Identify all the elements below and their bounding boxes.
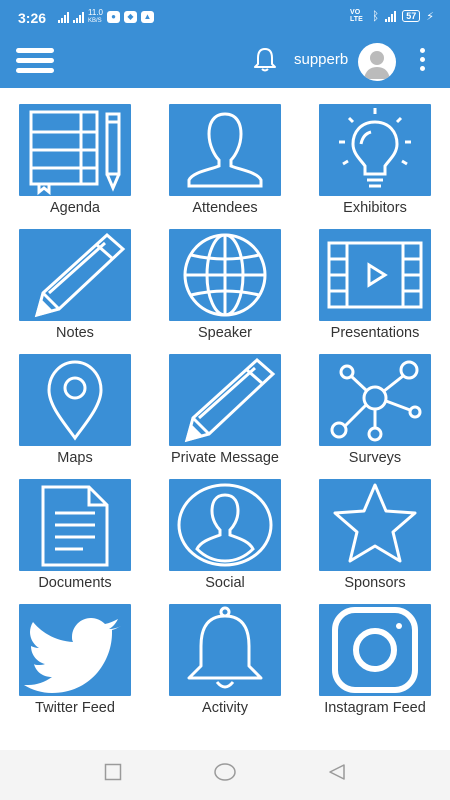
notes-icon <box>34 232 126 318</box>
back-icon[interactable] <box>328 763 346 781</box>
module-grid: Agenda Attendees Exhibitors Notes Speake… <box>0 88 450 750</box>
battery-icon: 57 <box>402 10 421 22</box>
tile-documents[interactable]: Documents <box>0 463 150 591</box>
wifi-signal-icon <box>385 10 397 22</box>
tile-presentations[interactable]: Presentations <box>300 213 450 341</box>
tile-speaker[interactable]: Speaker <box>150 213 300 341</box>
status-left-icons: 11.0 KB/S ● ◆ ▲ <box>58 9 154 25</box>
tile-label: Instagram Feed <box>324 700 426 716</box>
tile-private-message[interactable]: Private Message <box>150 338 300 466</box>
status-right-icons: VO LTE ᛒ 57 ⚡ <box>350 9 434 23</box>
speaker-icon <box>183 233 267 317</box>
notification-bell-icon[interactable] <box>250 45 280 75</box>
avatar[interactable] <box>358 43 396 81</box>
app-bar: supperb <box>0 34 450 88</box>
instagram-feed-icon <box>332 607 418 693</box>
tile-twitter-feed[interactable]: Twitter Feed <box>0 588 150 716</box>
tile-exhibitors[interactable]: Exhibitors <box>300 88 450 216</box>
tile-attendees[interactable]: Attendees <box>150 88 300 216</box>
tile-activity[interactable]: Activity <box>150 588 300 716</box>
social-icon <box>177 483 273 567</box>
signal-icon <box>58 11 69 23</box>
volte-icon: VO LTE <box>350 9 363 23</box>
vpn-notification-icon: ◆ <box>123 11 137 23</box>
tile-agenda[interactable]: Agenda <box>0 88 150 216</box>
charging-icon: ⚡ <box>426 10 434 23</box>
net-speed-unit: KB/S <box>88 18 102 24</box>
status-bar: 3:26 11.0 KB/S ● ◆ ▲ VO LTE ᛒ 57 ⚡ <box>0 0 450 34</box>
signal-2-icon <box>73 11 84 23</box>
private-message-icon <box>184 357 276 443</box>
status-time: 3:26 <box>18 10 47 26</box>
agenda-icon <box>29 110 121 196</box>
maps-icon <box>47 360 103 441</box>
tile-label: Activity <box>202 700 248 716</box>
tile-instagram-feed[interactable]: Instagram Feed <box>300 588 450 716</box>
tile-sponsors[interactable]: Sponsors <box>300 463 450 591</box>
bluetooth-icon: ᛒ <box>372 9 380 23</box>
tile-social[interactable]: Social <box>150 463 300 591</box>
net-speed: 11.0 KB/S <box>88 9 103 25</box>
home-icon[interactable] <box>213 763 237 781</box>
presentations-icon <box>327 241 423 309</box>
recent-apps-icon[interactable] <box>104 763 122 781</box>
drive-notification-icon: ▲ <box>140 11 154 23</box>
activity-icon <box>187 606 263 689</box>
attendees-icon <box>187 112 263 188</box>
username-label[interactable]: supperb <box>294 51 348 68</box>
more-options-icon[interactable] <box>415 48 429 76</box>
system-nav-bar <box>0 750 450 800</box>
exhibitors-icon <box>339 108 411 188</box>
tile-maps[interactable]: Maps <box>0 338 150 466</box>
sponsors-icon <box>333 483 417 563</box>
tile-surveys[interactable]: Surveys <box>300 338 450 466</box>
menu-icon[interactable] <box>16 48 54 74</box>
user-avatar-icon <box>364 51 390 79</box>
twitter-feed-icon <box>24 618 121 693</box>
documents-icon <box>41 485 109 567</box>
whatsapp-notification-icon: ● <box>106 11 120 23</box>
net-speed-value: 11.0 <box>88 8 103 17</box>
surveys-icon <box>330 360 422 442</box>
tile-label: Twitter Feed <box>35 700 115 716</box>
tile-notes[interactable]: Notes <box>0 213 150 341</box>
